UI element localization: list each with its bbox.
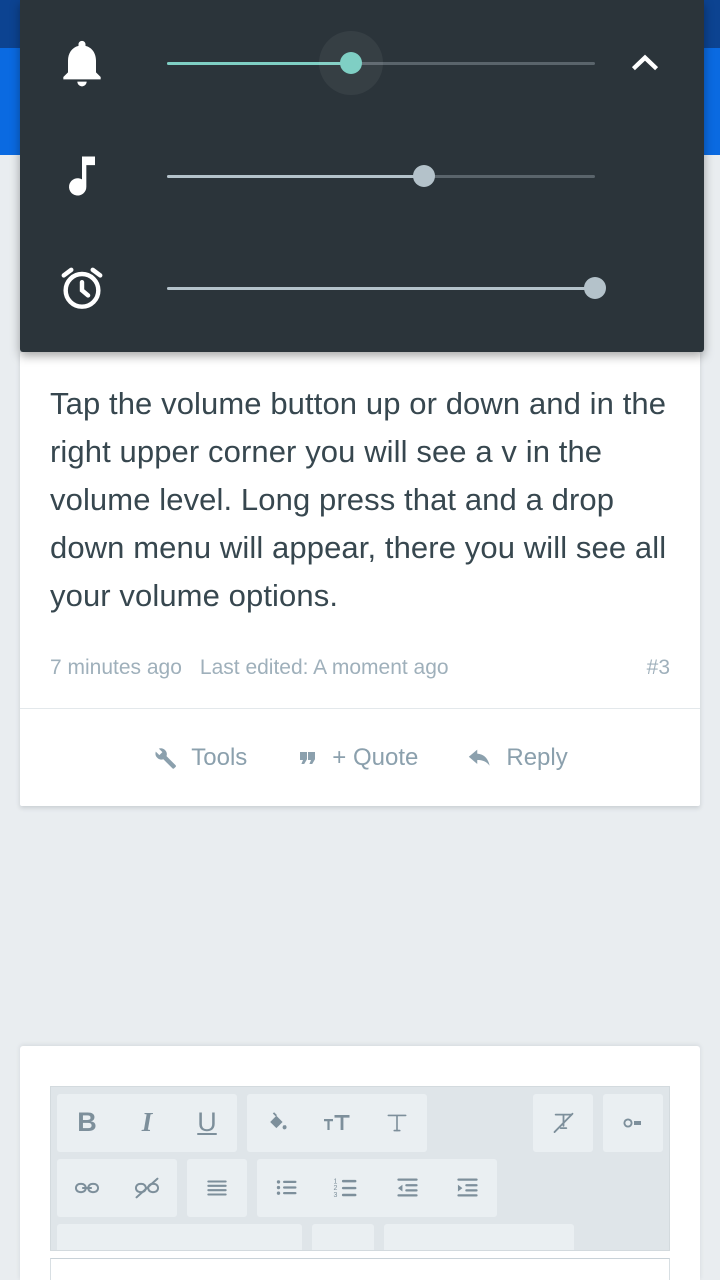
- clear-formatting-button[interactable]: [533, 1094, 593, 1152]
- media-volume-slider-row: [20, 140, 704, 212]
- increase-indent-icon: [454, 1174, 481, 1201]
- alarm-clock-icon: [20, 260, 144, 316]
- media-volume-slider[interactable]: [144, 140, 704, 212]
- emoji-group[interactable]: [312, 1223, 374, 1250]
- decrease-indent-button[interactable]: [377, 1159, 437, 1217]
- post-text: Tap the volume button up or down and in …: [50, 386, 667, 613]
- reply-label: Reply: [506, 743, 568, 771]
- align-group: [187, 1158, 247, 1217]
- editor-toolbar-row-2: 1 2 3: [51, 1152, 669, 1217]
- post-last-edited: Last edited: A moment ago: [199, 656, 449, 679]
- italic-icon: I: [141, 1107, 153, 1137]
- numbered-list-button[interactable]: 1 2 3: [317, 1159, 377, 1217]
- quote-marks-icon: [295, 746, 319, 770]
- clear-formatting-group: [533, 1093, 593, 1152]
- bold-button[interactable]: B: [57, 1094, 117, 1152]
- align-justify-button[interactable]: [187, 1159, 247, 1217]
- alarm-volume-slider-row: [20, 252, 704, 324]
- editor-toolbar-row-3: [51, 1217, 669, 1250]
- link-icon: [73, 1174, 101, 1202]
- link-group: [57, 1158, 177, 1217]
- quote-button[interactable]: + Quote: [295, 744, 418, 772]
- underline-icon: U: [197, 1107, 217, 1137]
- insert-horizontal-rule-button[interactable]: [603, 1094, 663, 1152]
- horizontal-rule-icon: [618, 1110, 648, 1136]
- alarm-volume-thumb[interactable]: [584, 277, 606, 299]
- numbered-list-icon: 1 2 3: [333, 1174, 362, 1201]
- font-size-icon: [322, 1109, 352, 1137]
- text-background-color-button[interactable]: [247, 1094, 307, 1152]
- media-volume-thumb[interactable]: [412, 165, 435, 187]
- reply-input[interactable]: Write your reply...: [50, 1258, 670, 1280]
- underline-button[interactable]: U: [177, 1094, 237, 1152]
- reply-arrow-icon: [466, 744, 493, 771]
- clear-formatting-icon: [550, 1109, 577, 1136]
- align-justify-icon: [204, 1175, 230, 1201]
- media-group[interactable]: [57, 1223, 302, 1250]
- ring-volume-track[interactable]: [167, 31, 595, 95]
- bold-icon: B: [77, 1107, 97, 1137]
- decrease-indent-icon: [394, 1174, 421, 1201]
- post-body: Tap the volume button up or down and in …: [20, 352, 700, 620]
- tools-label: Tools: [191, 743, 248, 771]
- wrench-icon: [152, 745, 178, 771]
- block-group[interactable]: [384, 1223, 574, 1250]
- bulleted-list-button[interactable]: [257, 1159, 317, 1217]
- bell-icon: [20, 35, 144, 91]
- post-meta: 7 minutes ago Last edited: A moment ago …: [20, 620, 700, 708]
- text-color-button[interactable]: [367, 1094, 427, 1152]
- volume-control-panel: [20, 0, 704, 352]
- increase-indent-button[interactable]: [437, 1159, 497, 1217]
- editor-toolbar-row-1: B I U: [51, 1087, 669, 1152]
- reply-editor-card: B I U 1 2 3: [20, 1046, 700, 1280]
- svg-text:3: 3: [333, 1192, 337, 1199]
- post-card: Tap the volume button up or down and in …: [20, 352, 700, 806]
- text-color-icon: [384, 1110, 410, 1136]
- media-volume-fill: [167, 174, 424, 178]
- text-color-group: [247, 1093, 427, 1152]
- list-indent-group: 1 2 3: [257, 1158, 497, 1217]
- alarm-volume-track[interactable]: [167, 277, 606, 299]
- remove-link-button[interactable]: [117, 1159, 177, 1217]
- horizontal-rule-group: [603, 1093, 663, 1152]
- editor-toolbar: B I U 1 2 3: [50, 1086, 670, 1251]
- music-note-icon: [20, 150, 144, 202]
- post-timestamp: 7 minutes ago: [50, 656, 182, 679]
- alarm-volume-slider[interactable]: [144, 252, 704, 324]
- ring-volume-thumb[interactable]: [340, 52, 363, 74]
- chevron-up-icon[interactable]: [616, 34, 674, 92]
- post-number: #3: [646, 656, 670, 679]
- tools-button[interactable]: Tools: [152, 744, 247, 772]
- ring-volume-slider-row: [20, 27, 704, 99]
- media-volume-track[interactable]: [167, 165, 595, 187]
- font-size-button[interactable]: [307, 1094, 367, 1152]
- post-action-bar: Tools + Quote Reply: [20, 708, 700, 806]
- alarm-volume-fill: [167, 286, 595, 290]
- insert-link-button[interactable]: [57, 1159, 117, 1217]
- bulleted-list-icon: [274, 1174, 301, 1201]
- reply-button[interactable]: Reply: [466, 743, 568, 772]
- italic-button[interactable]: I: [117, 1094, 177, 1152]
- paint-bucket-icon: [264, 1109, 291, 1136]
- text-style-group: B I U: [57, 1093, 237, 1152]
- unlink-icon: [133, 1174, 161, 1202]
- quote-label: + Quote: [332, 743, 419, 771]
